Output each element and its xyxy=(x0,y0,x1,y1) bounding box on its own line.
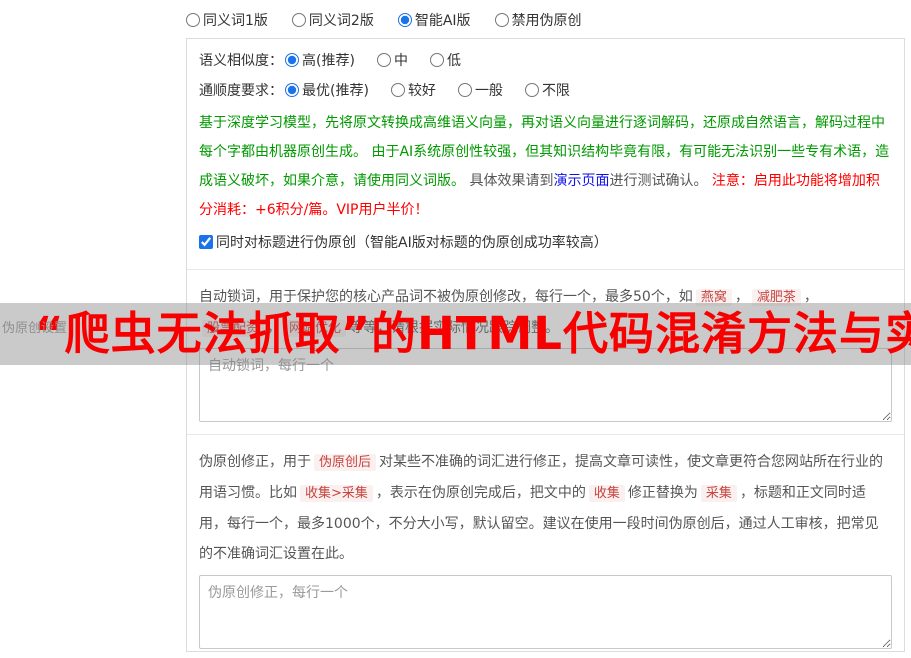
radio-input-similarity-high[interactable] xyxy=(285,53,299,67)
title-pseudo-original-checkbox[interactable] xyxy=(199,235,213,249)
fix-text: ，表示在伪原创完成后，把文中的 xyxy=(375,485,586,501)
radio-option-fluency-best[interactable]: 最优(推荐) xyxy=(285,80,369,100)
radio-option-fluency-good[interactable]: 较好 xyxy=(390,80,436,100)
radio-option-similarity-low[interactable]: 低 xyxy=(429,50,461,70)
radio-label: 同义词2版 xyxy=(308,13,374,29)
radio-label: 不限 xyxy=(541,83,570,99)
demo-page-link[interactable]: 演示页面 xyxy=(553,173,609,189)
correction-textarea[interactable] xyxy=(199,575,892,649)
fluency-label: 通顺度要求： xyxy=(199,83,283,99)
radio-input-fluency-best[interactable] xyxy=(285,83,299,97)
title-pseudo-original-checkbox-label: 同时对标题进行伪原创（智能AI版对标题的伪原创成功率较高） xyxy=(216,235,608,251)
radio-input-disable[interactable] xyxy=(494,13,509,27)
pseudo-original-version-group: 同义词1版 同义词2版 智能AI版 禁用伪原创 xyxy=(186,10,606,30)
radio-label: 低 xyxy=(446,53,461,69)
radio-label: 禁用伪原创 xyxy=(511,13,582,29)
radio-input-similarity-mid[interactable] xyxy=(376,53,391,67)
radio-label: 较好 xyxy=(407,83,436,99)
ai-desc-gray-1: 具体效果请到 xyxy=(469,173,554,189)
radio-option-disable[interactable]: 禁用伪原创 xyxy=(494,10,582,30)
section-divider xyxy=(187,434,904,435)
radio-input-synonym-v1[interactable] xyxy=(186,13,200,27)
radio-input-fluency-good[interactable] xyxy=(390,83,405,97)
radio-option-synonym-v1[interactable]: 同义词1版 xyxy=(186,10,268,30)
correction-paragraph: 伪原创修正，用于 伪原创后 对某些不准确的词汇进行修正，提高文章可读性，使文章更符合… xyxy=(199,447,892,569)
radio-input-synonym-v2[interactable] xyxy=(291,13,306,27)
ai-description-paragraph: 基于深度学习模型，先将原文转换成高维语义向量，再对语义向量进行逐词解码，还原成自… xyxy=(199,109,892,225)
radio-label: 同义词1版 xyxy=(203,13,268,29)
radio-option-similarity-mid[interactable]: 中 xyxy=(376,50,408,70)
semantic-similarity-label: 语义相似度： xyxy=(199,53,283,69)
fix-text: 伪原创修正，用于 xyxy=(199,454,311,470)
fix-example-word: 收集>采集 xyxy=(300,485,373,502)
radio-option-synonym-v2[interactable]: 同义词2版 xyxy=(291,10,374,30)
radio-label: 高(推荐) xyxy=(302,53,355,69)
ai-desc-gray-2: 进行测试确认。 xyxy=(609,173,712,189)
fix-example-word: 采集 xyxy=(700,485,737,502)
watermark-text: “爬虫无法抓取”的HTML代码混淆方法与实 xyxy=(34,307,911,360)
radio-option-similarity-high[interactable]: 高(推荐) xyxy=(285,50,355,70)
radio-input-fluency-any[interactable] xyxy=(524,83,539,97)
radio-input-fluency-normal[interactable] xyxy=(457,83,472,97)
radio-option-fluency-normal[interactable]: 一般 xyxy=(457,80,503,100)
radio-option-smart-ai[interactable]: 智能AI版 xyxy=(397,10,471,30)
title-pseudo-original-checkbox-row[interactable]: 同时对标题进行伪原创（智能AI版对标题的伪原创成功率较高） xyxy=(199,227,892,257)
fluency-row: 通顺度要求： 最优(推荐) 较好 一般 不限 xyxy=(199,75,892,105)
fix-example-word: 收集 xyxy=(588,485,625,502)
radio-option-fluency-any[interactable]: 不限 xyxy=(524,80,570,100)
radio-label: 最优(推荐) xyxy=(302,83,369,99)
section-divider xyxy=(187,269,904,270)
radio-label: 中 xyxy=(393,53,408,69)
fix-example-word: 伪原创后 xyxy=(314,454,377,471)
semantic-similarity-row: 语义相似度： 高(推荐) 中 低 xyxy=(199,45,892,75)
radio-input-similarity-low[interactable] xyxy=(429,53,444,67)
radio-label: 智能AI版 xyxy=(414,13,471,29)
pseudo-original-settings-label: 伪原创设置 xyxy=(2,321,68,336)
radio-input-smart-ai[interactable] xyxy=(397,13,412,27)
fix-text: 修正替换为 xyxy=(627,485,698,501)
radio-label: 一般 xyxy=(474,83,503,99)
